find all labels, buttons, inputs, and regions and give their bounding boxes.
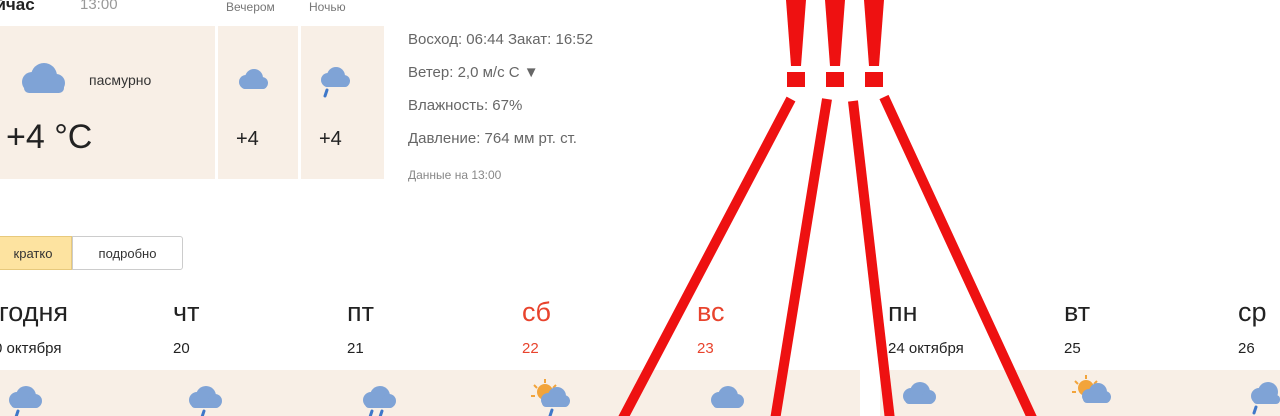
humidity-info: Влажность: 67% — [408, 97, 523, 114]
detailed-view-button[interactable]: подробно — [72, 236, 183, 270]
sun-cloud-icon — [1072, 375, 1111, 403]
day-name[interactable]: пт — [347, 297, 374, 328]
pressure-info: Давление: 764 мм рт. ст. — [408, 130, 577, 147]
cloud-rain-icon — [363, 386, 396, 416]
day-name[interactable]: егодня — [0, 297, 68, 328]
cloud-rain-icon — [9, 386, 42, 416]
now-temperature: +4 °C — [6, 118, 93, 156]
sun-info: Восход: 06:44 Закат: 16:52 — [408, 31, 594, 48]
day-name[interactable]: чт — [173, 297, 199, 328]
day-name[interactable]: ср — [1238, 297, 1267, 328]
wind-info: Ветер: 2,0 м/с С ▼ — [408, 64, 539, 81]
day-date: 24 октября — [888, 340, 964, 357]
cloud-rain-icon — [189, 386, 222, 416]
day-name-weekend[interactable]: вс — [697, 297, 725, 328]
cloud-rain-icon — [321, 67, 350, 98]
short-view-button[interactable]: кратко — [0, 236, 72, 270]
evening-label: Вечером — [226, 0, 275, 14]
night-label: Ночью — [309, 0, 346, 14]
cloud-icon — [903, 382, 936, 404]
day-date: 21 — [347, 340, 364, 357]
evening-temperature: +4 — [236, 128, 259, 150]
night-temperature: +4 — [319, 128, 342, 150]
day-date: 26 — [1238, 340, 1255, 357]
night-panel — [301, 26, 384, 179]
now-label: ейчас — [0, 0, 35, 14]
evening-panel — [218, 26, 298, 179]
cloud-icon — [711, 386, 744, 408]
data-timestamp: Данные на 13:00 — [408, 168, 502, 182]
day-date: 25 — [1064, 340, 1081, 357]
day-date: 0 октября — [0, 340, 62, 357]
now-condition: пасмурно — [89, 72, 152, 88]
day-date-weekend: 22 — [522, 340, 539, 357]
day-name[interactable]: вт — [1064, 297, 1090, 328]
day-date: 20 — [173, 340, 190, 357]
day-name-weekend[interactable]: сб — [522, 297, 551, 328]
cloud-icon — [239, 69, 268, 89]
cloud-icon — [22, 63, 65, 93]
cloud-rain-icon — [1251, 382, 1280, 415]
day-name[interactable]: пн — [888, 297, 918, 328]
day-date-weekend: 23 — [697, 340, 714, 357]
now-time: 13:00 — [80, 0, 118, 13]
sun-cloud-rain-icon — [531, 379, 570, 416]
